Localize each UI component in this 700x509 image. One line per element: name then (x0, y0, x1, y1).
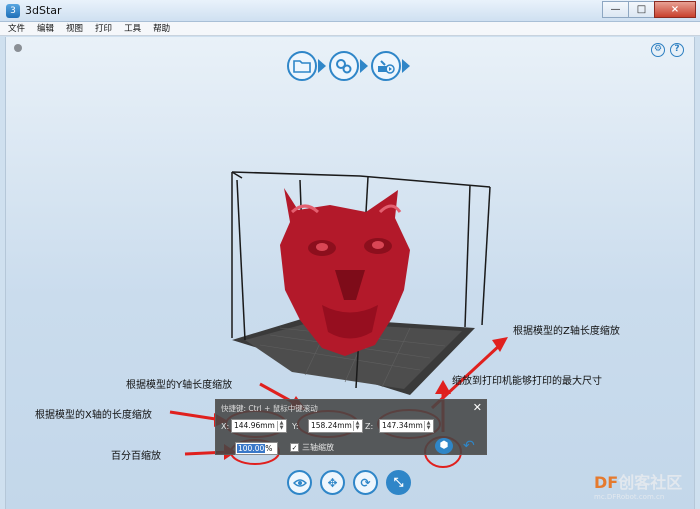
print-button[interactable] (371, 51, 401, 81)
eye-icon (292, 478, 307, 487)
top-toolbar (287, 51, 413, 81)
watermark-brand-prefix: DF (594, 473, 619, 492)
print-icon (378, 60, 395, 74)
open-file-button[interactable] (287, 51, 317, 81)
minimize-button[interactable]: — (602, 1, 628, 18)
reset-undo-icon[interactable]: ↶ (463, 439, 475, 453)
title-bar: 3 3dStar — □ × (0, 0, 700, 22)
x-axis-label: X: (221, 422, 230, 431)
chevron-right-icon (402, 59, 410, 73)
scale-to-max-button[interactable]: ⬢ (435, 438, 453, 454)
scale-panel: 快捷键: Ctrl + 鼠标中键滚动 ✕ X: 144.96mm ▲ ▼ Y: 1… (215, 399, 487, 455)
watermark-site: mc.DFRobot.com.cn (594, 493, 665, 501)
rotate-button[interactable]: ⟳ (353, 470, 378, 495)
percent-value: 100.00 (237, 444, 266, 453)
z-spinner-icon[interactable]: ▲ ▼ (424, 421, 432, 431)
close-button[interactable]: × (654, 1, 696, 18)
close-icon[interactable]: ✕ (473, 401, 482, 414)
menu-edit[interactable]: 编辑 (37, 22, 54, 35)
scale-button[interactable]: ⤡ (386, 470, 411, 495)
menu-help[interactable]: 帮助 (153, 22, 170, 35)
annotation-max-size: 缩放到打印机能够打印的最大尺寸 (452, 376, 602, 387)
chevron-right-icon (360, 59, 368, 73)
scale-icon: ⤡ (393, 475, 404, 489)
percent-sign: % (265, 444, 273, 453)
move-button[interactable]: ✥ (320, 470, 345, 495)
percent-scale-input[interactable]: 100.00% (235, 442, 278, 455)
y-size-value: 158.24mm (311, 421, 352, 430)
y-size-input[interactable]: 158.24mm ▲ ▼ (308, 419, 363, 433)
menu-bar: 文件 编辑 视图 打印 工具 帮助 (0, 22, 700, 36)
annotation-percent: 百分百缩放 (111, 451, 161, 462)
uniform-scale-checkbox[interactable]: ✓ (290, 443, 299, 452)
z-axis-label: Z: (365, 422, 374, 431)
window-controls: — □ × (602, 1, 696, 19)
watermark-logo: DF创客社区 mc.DFRobot.com.cn (594, 469, 682, 501)
annotation-y-axis: 根据模型的Y轴长度缩放 (126, 380, 233, 391)
maximize-button[interactable]: □ (628, 1, 654, 18)
view-button[interactable] (287, 470, 312, 495)
rotate-icon: ⟳ (360, 475, 371, 490)
menu-view[interactable]: 视图 (66, 22, 83, 35)
menu-file[interactable]: 文件 (8, 22, 25, 35)
annotation-z-axis: 根据模型的Z轴长度缩放 (513, 326, 620, 337)
annotation-x-axis: 根据模型的X轴的长度缩放 (35, 410, 152, 421)
printer-max-icon: ⬢ (439, 440, 449, 451)
help-icon[interactable]: ? (670, 43, 684, 57)
settings-gear-icon[interactable]: ⚙ (651, 43, 665, 57)
shortcut-hint: 快捷键: Ctrl + 鼠标中键滚动 (221, 404, 318, 413)
status-dot-icon (14, 44, 22, 52)
bottom-toolbar: ✥ ⟳ ⤡ (287, 470, 419, 495)
x-size-input[interactable]: 144.96mm ▲ ▼ (231, 419, 287, 433)
z-size-value: 147.34mm (382, 421, 423, 430)
y-spinner-icon[interactable]: ▲ ▼ (353, 421, 361, 431)
x-spinner-icon[interactable]: ▲ ▼ (277, 421, 285, 431)
watermark-brand-rest: 创客社区 (618, 473, 683, 492)
z-size-input[interactable]: 147.34mm ▲ ▼ (379, 419, 434, 433)
menu-print[interactable]: 打印 (95, 22, 112, 35)
app-icon: 3 (6, 4, 20, 18)
menu-tools[interactable]: 工具 (124, 22, 141, 35)
uniform-scale-label: 三轴缩放 (302, 443, 334, 452)
gears-icon (336, 59, 352, 74)
chevron-right-icon (318, 59, 326, 73)
x-size-value: 144.96mm (234, 421, 275, 430)
window-title: 3dStar (25, 4, 62, 17)
move-icon: ✥ (327, 475, 338, 490)
folder-icon (293, 60, 311, 73)
y-axis-label: Y: (292, 422, 299, 431)
model-library-button[interactable] (329, 51, 359, 81)
